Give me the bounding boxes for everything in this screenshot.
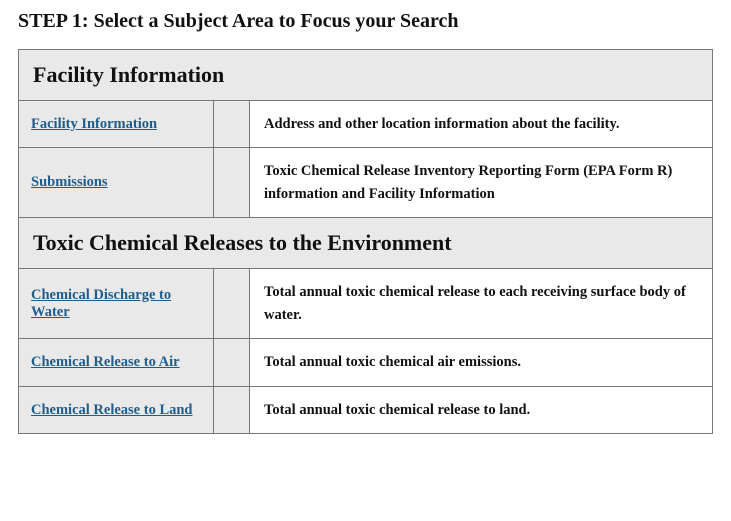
desc-chemical-discharge-water: Total annual toxic chemical release to e… <box>250 269 713 339</box>
spacer-cell <box>214 148 250 218</box>
step-title: STEP 1: Select a Subject Area to Focus y… <box>18 10 713 33</box>
table-row: Submissions Toxic Chemical Release Inven… <box>19 148 713 218</box>
section-header-facility: Facility Information <box>19 50 713 101</box>
spacer-cell <box>214 101 250 148</box>
table-row: Facility Information Address and other l… <box>19 101 713 148</box>
spacer-cell <box>214 269 250 339</box>
section-header-toxic: Toxic Chemical Releases to the Environme… <box>19 218 713 269</box>
desc-chemical-release-land: Total annual toxic chemical release to l… <box>250 386 713 433</box>
link-chemical-release-air[interactable]: Chemical Release to Air <box>31 354 180 370</box>
link-chemical-discharge-water[interactable]: Chemical Discharge to Water <box>31 287 171 320</box>
link-chemical-release-land[interactable]: Chemical Release to Land <box>31 402 193 418</box>
desc-facility-information: Address and other location information a… <box>250 101 713 148</box>
desc-chemical-release-air: Total annual toxic chemical air emission… <box>250 339 713 386</box>
subject-area-table: Facility Information Facility Informatio… <box>18 49 713 434</box>
link-facility-information[interactable]: Facility Information <box>31 116 157 132</box>
table-row: Chemical Discharge to Water Total annual… <box>19 269 713 339</box>
spacer-cell <box>214 386 250 433</box>
spacer-cell <box>214 339 250 386</box>
desc-submissions: Toxic Chemical Release Inventory Reporti… <box>250 148 713 218</box>
table-row: Chemical Release to Air Total annual tox… <box>19 339 713 386</box>
table-row: Chemical Release to Land Total annual to… <box>19 386 713 433</box>
link-submissions[interactable]: Submissions <box>31 174 108 190</box>
